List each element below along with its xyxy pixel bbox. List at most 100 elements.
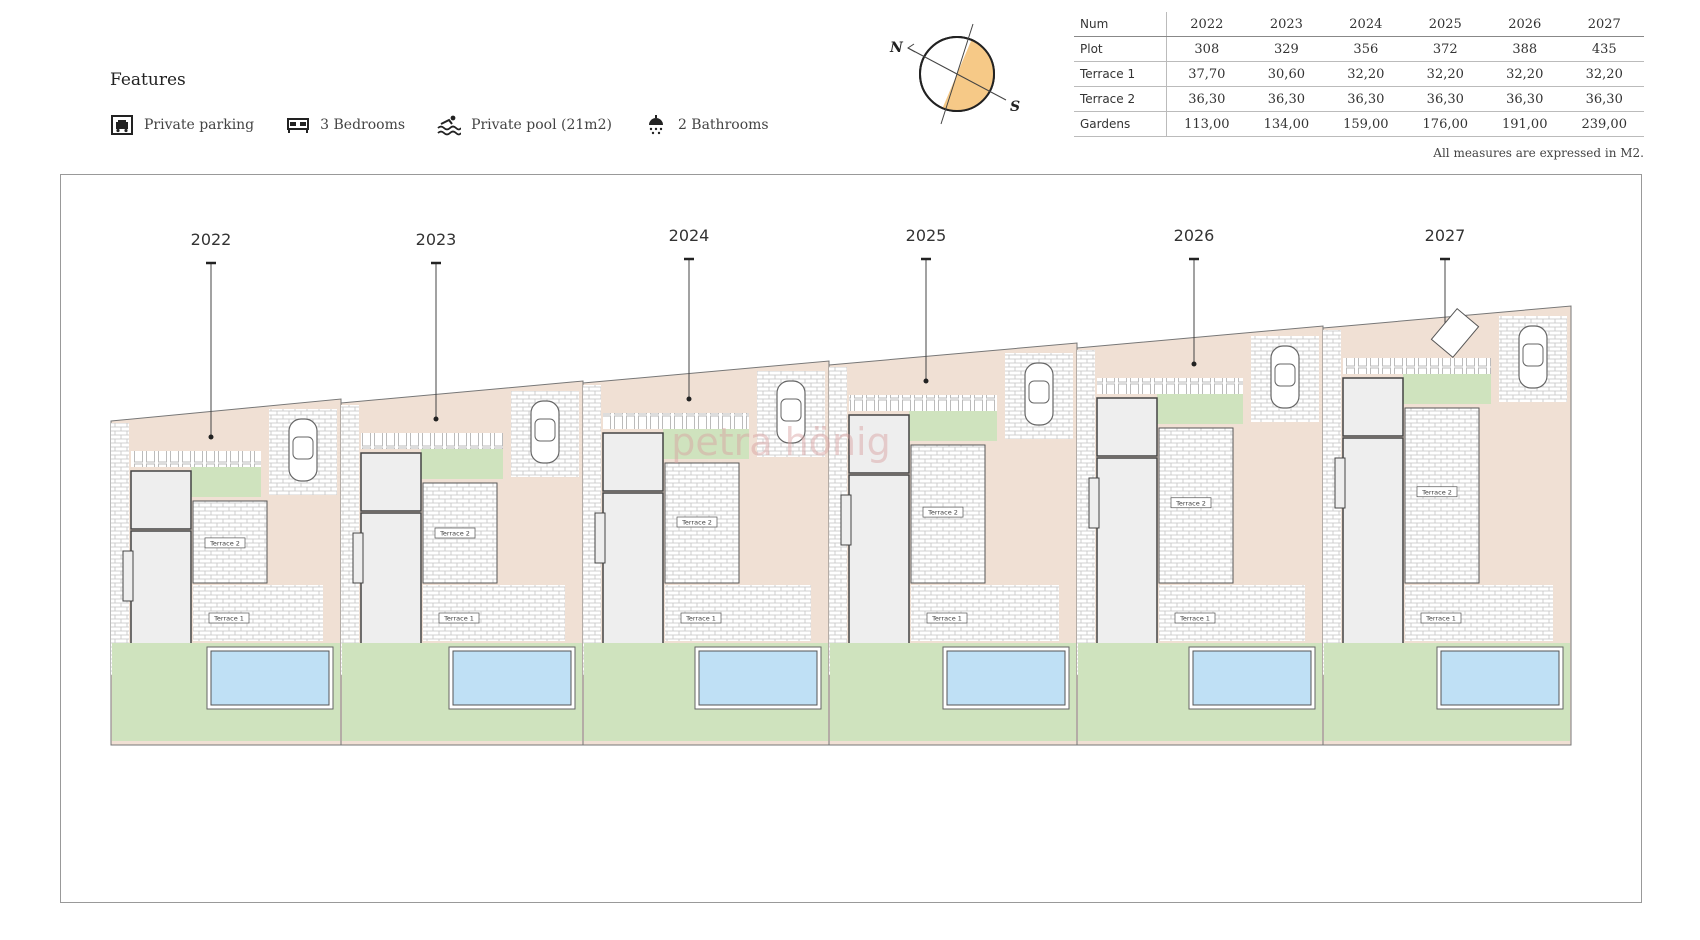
- building-block: [848, 474, 910, 654]
- unit-plot: Terrace 2 Terrace 1 2023: [340, 230, 584, 746]
- building-block: [1342, 377, 1404, 437]
- table-cell: 435: [1564, 36, 1644, 62]
- table-cell: 37,70: [1166, 61, 1247, 87]
- terrace-1-label: Terrace 1: [931, 615, 962, 623]
- table-header-row: Num 2022 2023 2024 2025 2026 2027: [1074, 12, 1644, 37]
- row-label: Terrace 1: [1074, 61, 1167, 87]
- table-header: Num: [1074, 12, 1167, 37]
- features-title: Features: [110, 70, 186, 90]
- pool: [452, 650, 572, 706]
- pool: [946, 650, 1066, 706]
- row-label: Gardens: [1074, 111, 1167, 137]
- table-cell: 32,20: [1405, 61, 1486, 87]
- building-block: [1096, 397, 1158, 457]
- measures-table: Num 2022 2023 2024 2025 2026 2027 Plot 3…: [1074, 12, 1644, 137]
- table-header: 2027: [1564, 12, 1644, 37]
- front-lawn: [191, 467, 261, 497]
- table-cell: 134,00: [1246, 111, 1327, 137]
- terrace-1-label: Terrace 1: [213, 615, 244, 623]
- building-wing: [594, 512, 606, 564]
- front-lawn: [421, 449, 503, 479]
- units-note: All measures are expressed in M2.: [1433, 146, 1644, 160]
- table-row: Terrace 2 36,30 36,30 36,30 36,30 36,30 …: [1074, 86, 1644, 112]
- row-label: Plot: [1074, 36, 1167, 62]
- pool-icon: [437, 115, 462, 136]
- table-cell: 239,00: [1564, 111, 1644, 137]
- terrace-1-label: Terrace 1: [1179, 615, 1210, 623]
- table-cell: 329: [1246, 36, 1327, 62]
- front-lawn: [1157, 394, 1243, 424]
- watermark-text: petra hönig: [671, 420, 890, 464]
- unit-plot: Terrace 2 Terrace 1 2027: [1322, 226, 1572, 746]
- unit-number-label: 2022: [191, 230, 232, 249]
- unit-marker-dot: [923, 378, 929, 384]
- table-cell: 372: [1405, 36, 1486, 62]
- table-cell: 36,30: [1166, 86, 1247, 112]
- table-header: 2024: [1326, 12, 1406, 37]
- table-cell: 356: [1326, 36, 1406, 62]
- unit-marker-dot: [1191, 361, 1197, 367]
- paver-strip: [131, 451, 261, 467]
- table-cell: 36,30: [1485, 86, 1565, 112]
- table-header: 2025: [1405, 12, 1486, 37]
- building-wing: [840, 494, 852, 546]
- terrace-2-label: Terrace 2: [927, 509, 958, 517]
- table-row: Terrace 1 37,70 30,60 32,20 32,20 32,20 …: [1074, 61, 1644, 87]
- features-list: Private parking 3 Bedrooms Private pool …: [110, 114, 769, 136]
- building-block: [130, 470, 192, 530]
- unit-plot: Terrace 2 Terrace 1 2024: [582, 226, 830, 746]
- feature-pool-label: Private pool (21m2): [471, 117, 612, 133]
- unit-number-label: 2023: [416, 230, 457, 249]
- site-plan-frame: Terrace 2 Terrace 1 2022 Terrace 2 Terrace 1…: [60, 174, 1642, 903]
- terrace-2-label: Terrace 2: [681, 519, 712, 527]
- building-block: [360, 512, 422, 654]
- building-wing: [1334, 457, 1346, 509]
- compass-rose: N S: [889, 23, 1020, 125]
- table-cell: 36,30: [1405, 86, 1486, 112]
- table-cell: 191,00: [1485, 111, 1565, 137]
- compass-north: N: [889, 40, 904, 56]
- feature-bathrooms: 2 Bathrooms: [644, 114, 769, 136]
- terrace-1-label: Terrace 1: [1425, 615, 1456, 623]
- terrace-2-label: Terrace 2: [209, 539, 240, 547]
- building-block: [360, 452, 422, 512]
- front-lawn: [1403, 374, 1491, 404]
- building-block: [602, 432, 664, 492]
- compass-south: S: [1010, 99, 1020, 115]
- feature-parking: Private parking: [110, 114, 254, 136]
- building-block: [1096, 457, 1158, 654]
- row-label: Terrace 2: [1074, 86, 1167, 112]
- unit-marker-dot: [686, 396, 692, 402]
- table-cell: 113,00: [1166, 111, 1247, 137]
- paver-strip: [849, 395, 997, 411]
- paver-strip: [361, 433, 503, 449]
- unit-number-label: 2025: [906, 226, 947, 245]
- table-cell: 36,30: [1564, 86, 1644, 112]
- front-lawn: [909, 411, 997, 441]
- unit-marker-dot: [433, 416, 439, 422]
- terrace-1-label: Terrace 1: [443, 615, 474, 623]
- terrace-1-label: Terrace 1: [685, 615, 716, 623]
- table-header: 2022: [1166, 12, 1247, 37]
- unit-plot: Terrace 2 Terrace 1 2022: [110, 230, 342, 746]
- building-wing: [1088, 477, 1100, 529]
- table-cell: 30,60: [1246, 61, 1327, 87]
- table-cell: 32,20: [1326, 61, 1406, 87]
- table-cell: 36,30: [1326, 86, 1406, 112]
- table-cell: 176,00: [1405, 111, 1486, 137]
- building-block: [130, 530, 192, 654]
- table-cell: 32,20: [1485, 61, 1565, 87]
- table-cell: 32,20: [1564, 61, 1644, 87]
- feature-parking-label: Private parking: [144, 117, 255, 133]
- table-row: Gardens 113,00 134,00 159,00 176,00 191,…: [1074, 111, 1644, 137]
- building-wing: [352, 532, 364, 584]
- unit-number-label: 2027: [1425, 226, 1466, 245]
- pool: [1192, 650, 1312, 706]
- building-block: [1342, 437, 1404, 654]
- paver-strip: [1097, 378, 1243, 394]
- terrace-2-label: Terrace 2: [1175, 499, 1206, 507]
- shower-icon: [648, 115, 663, 135]
- table-cell: 308: [1166, 36, 1247, 62]
- pool: [1440, 650, 1560, 706]
- feature-bedrooms-label: 3 Bedrooms: [320, 117, 406, 133]
